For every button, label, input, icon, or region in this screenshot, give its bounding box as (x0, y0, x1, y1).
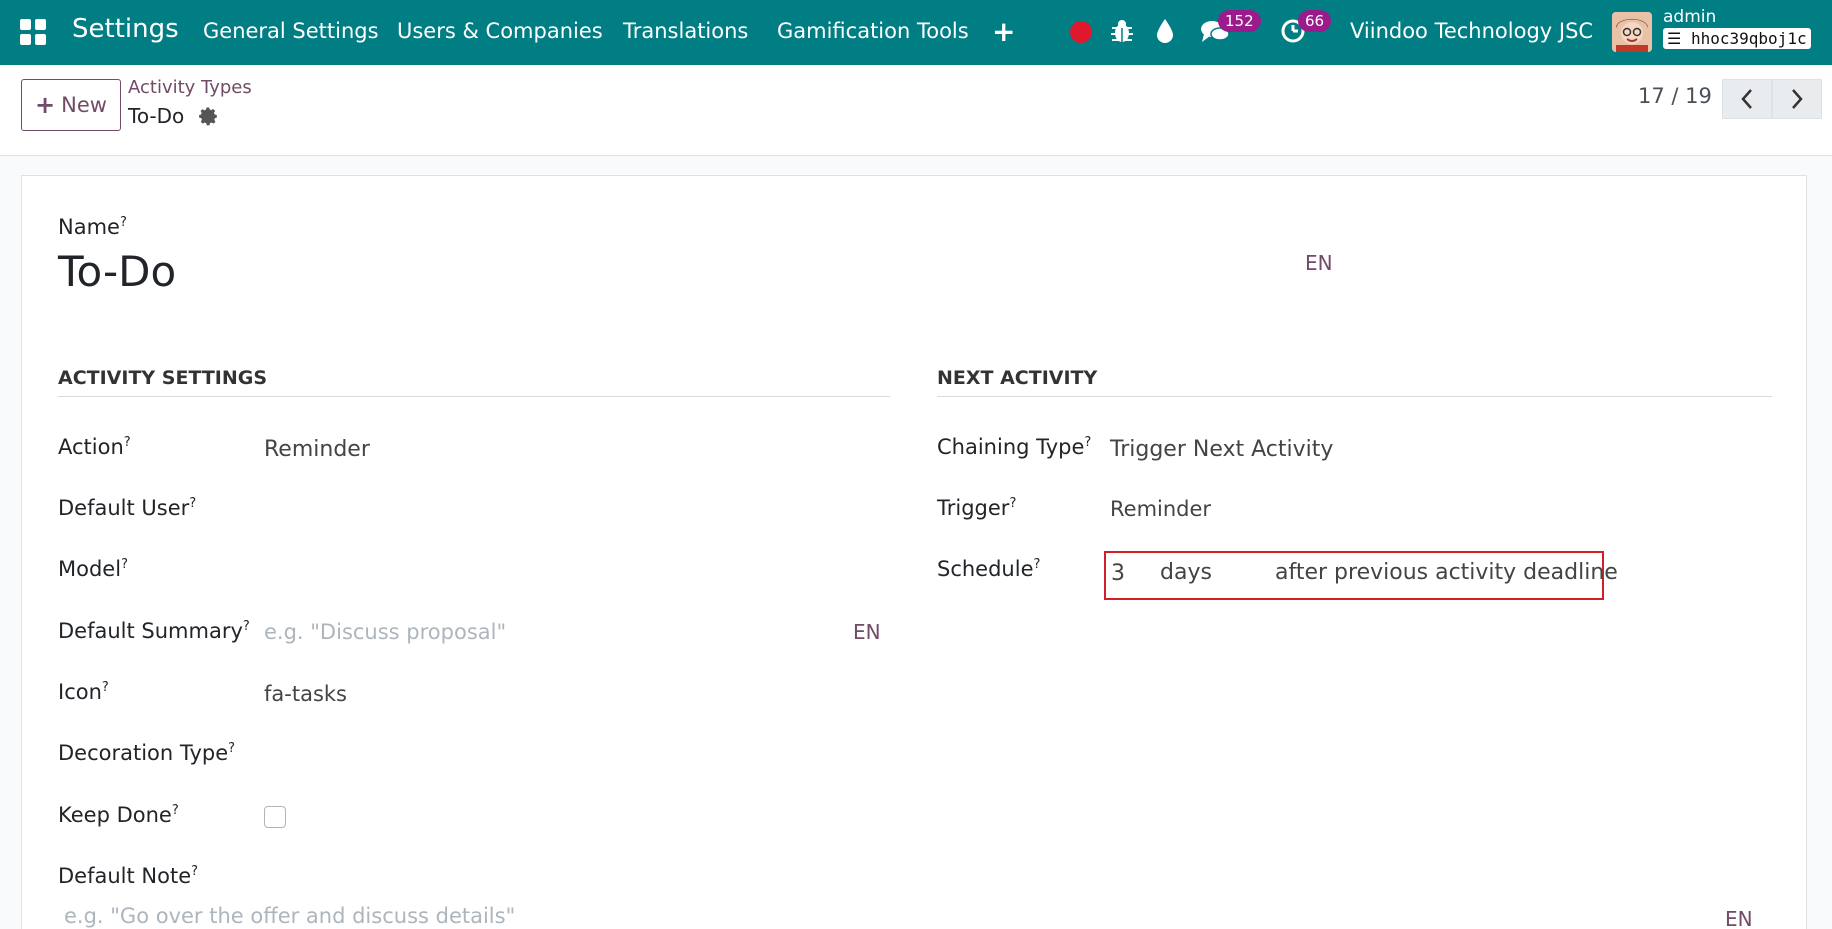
action-field[interactable]: Reminder (264, 437, 370, 462)
trigger-field[interactable]: Reminder (1110, 497, 1211, 521)
default-user-field[interactable] (264, 492, 884, 526)
icon-label: Icon? (58, 680, 109, 704)
default-summary-label: Default Summary? (58, 619, 250, 643)
breadcrumb-activity-types[interactable]: Activity Types (128, 77, 252, 98)
messages-count-badge: 152 (1218, 10, 1261, 32)
menu-general-settings[interactable]: General Settings (203, 19, 379, 43)
activity-settings-title: ACTIVITY SETTINGS (58, 367, 268, 389)
menu-gamification-tools[interactable]: Gamification Tools (777, 19, 969, 43)
pager-value[interactable]: 17 / 19 (1638, 84, 1712, 108)
decoration-type-field[interactable] (264, 737, 884, 771)
next-activity-title: NEXT ACTIVITY (937, 367, 1098, 389)
chevron-right-icon (1792, 89, 1803, 109)
default-summary-language-button[interactable]: EN (853, 620, 881, 644)
user-name[interactable]: admin (1663, 7, 1716, 27)
keep-done-checkbox[interactable] (264, 806, 286, 828)
default-note-label: Default Note? (58, 864, 199, 888)
activity-settings-divider (58, 396, 890, 397)
drop-icon[interactable] (1155, 18, 1175, 44)
name-label: Name? (58, 215, 127, 239)
next-activity-divider (937, 396, 1772, 397)
pager-previous-button[interactable] (1722, 79, 1772, 119)
menu-users-companies[interactable]: Users & Companies (397, 19, 603, 43)
chaining-type-field[interactable]: Trigger Next Activity (1110, 437, 1333, 462)
activities-count-badge: 66 (1298, 10, 1332, 32)
default-note-input[interactable]: e.g. "Go over the offer and discuss deta… (64, 904, 515, 928)
schedule-unit-select[interactable]: days (1160, 560, 1212, 585)
schedule-label: Schedule? (937, 557, 1041, 581)
database-name: hhoc39qboj1c (1690, 29, 1807, 48)
user-avatar[interactable] (1612, 12, 1652, 52)
trigger-label: Trigger? (937, 496, 1017, 520)
chaining-type-label: Chaining Type? (937, 435, 1092, 459)
new-button-label: New (61, 93, 107, 117)
name-language-button[interactable]: EN (1305, 251, 1333, 275)
keep-done-label: Keep Done? (58, 803, 179, 827)
name-field[interactable]: To-Do (58, 247, 176, 296)
model-field[interactable] (264, 553, 884, 587)
apps-menu-icon[interactable] (20, 19, 46, 45)
breadcrumb-current-record: To-Do (128, 104, 185, 128)
default-user-label: Default User? (58, 496, 197, 520)
bug-icon[interactable] (1110, 18, 1134, 44)
new-button[interactable]: + New (21, 79, 121, 131)
pager-next-button[interactable] (1772, 79, 1822, 119)
form-sheet: Name? To-Do EN ACTIVITY SETTINGS Action?… (21, 175, 1807, 929)
company-switcher[interactable]: Viindoo Technology JSC (1350, 19, 1593, 43)
icon-field[interactable]: fa-tasks (264, 682, 347, 706)
decoration-type-label: Decoration Type? (58, 741, 236, 765)
gear-icon[interactable] (198, 106, 220, 128)
schedule-amount-input[interactable]: 3 (1111, 561, 1125, 586)
control-panel: + New Activity Types To-Do 17 / 19 (0, 65, 1832, 156)
chevron-left-icon (1741, 89, 1752, 109)
app-name[interactable]: Settings (72, 14, 179, 44)
schedule-from-select[interactable]: after previous activity deadline (1275, 560, 1618, 585)
record-icon[interactable] (1070, 21, 1092, 43)
action-label: Action? (58, 435, 131, 459)
plus-icon: + (35, 91, 56, 119)
model-label: Model? (58, 557, 128, 581)
menu-add-icon[interactable]: + (992, 15, 1015, 48)
database-icon: ☰ (1667, 29, 1682, 48)
default-summary-input[interactable]: e.g. "Discuss proposal" (264, 620, 506, 644)
database-badge: ☰ hhoc39qboj1c (1663, 28, 1811, 49)
default-note-language-button[interactable]: EN (1725, 907, 1753, 929)
top-navbar: Settings General Settings Users & Compan… (0, 0, 1832, 65)
menu-translations[interactable]: Translations (623, 19, 748, 43)
